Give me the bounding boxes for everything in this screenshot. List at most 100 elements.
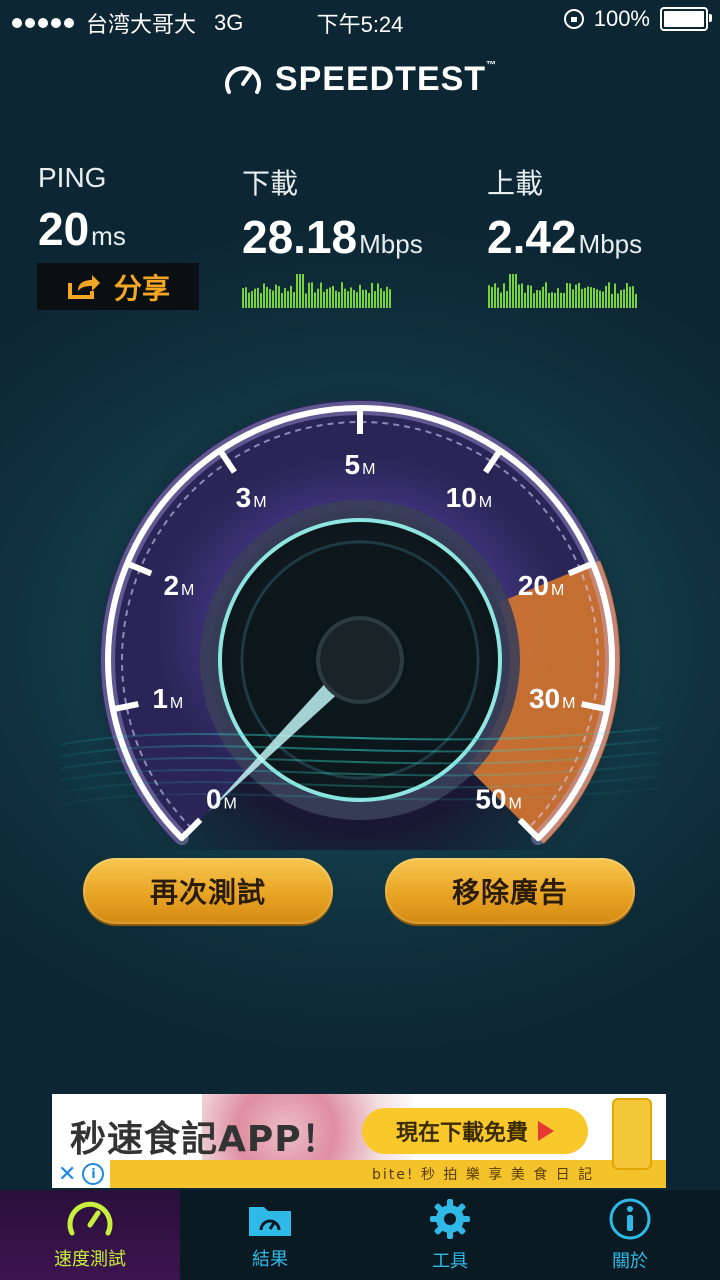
sparkline-bar <box>332 285 334 308</box>
sparkline-bar <box>578 282 580 308</box>
tab-tools[interactable]: 工具 <box>360 1190 540 1280</box>
sparkline-bar <box>326 288 328 308</box>
sparkline-bar <box>314 292 316 308</box>
sparkline-bar <box>620 289 622 308</box>
sparkline-bar <box>536 290 538 308</box>
ad-info-icon[interactable]: i <box>82 1163 105 1185</box>
sparkline-bar <box>494 283 496 308</box>
sparkline-bar <box>491 287 493 308</box>
sparkline-bar <box>338 291 340 308</box>
sparkline-bar <box>584 287 586 308</box>
sparkline-bar <box>611 293 613 308</box>
sparkline-bar <box>548 292 550 308</box>
sparkline-bar <box>521 283 523 308</box>
sparkline-bar <box>323 291 325 308</box>
share-button[interactable]: 分享 <box>37 263 199 310</box>
sparkline-bar <box>365 289 367 308</box>
sparkline-bar <box>281 293 283 308</box>
sparkline-bar <box>287 291 289 308</box>
sparkline-bar <box>503 283 505 308</box>
sparkline-bar <box>368 293 370 308</box>
sparkline-bar <box>383 291 385 308</box>
upload-metric: 上載 2.42Mbps <box>487 162 642 264</box>
sparkline-bar <box>617 293 619 308</box>
retest-button[interactable]: 再次測試 <box>83 858 333 924</box>
sparkline-bar <box>341 282 343 308</box>
sparkline-bar <box>632 286 634 308</box>
sparkline-bar <box>251 291 253 308</box>
download-value: 28.18 <box>242 211 358 263</box>
ping-unit: ms <box>91 221 126 251</box>
tab-speed-test[interactable]: 速度測試 <box>0 1190 180 1280</box>
sparkline-bar <box>602 291 604 308</box>
rotation-lock-icon <box>563 9 584 29</box>
sparkline-bar <box>269 289 271 308</box>
sparkline-bar <box>248 292 250 308</box>
sparkline-bar <box>581 289 583 308</box>
sparkline-bar <box>527 285 529 308</box>
sparkline-bar <box>350 287 352 308</box>
ad-close-icon[interactable]: ✕ <box>58 1162 76 1187</box>
ad-banner[interactable]: 秒速食記APP！ 現在下載免費 bite! 秒 拍 樂 享 美 食 日 記 ✕ … <box>52 1094 666 1188</box>
remove-ads-button[interactable]: 移除廣告 <box>385 858 635 924</box>
ad-download-button[interactable]: 現在下載免費 <box>362 1108 588 1154</box>
sparkline-bar <box>593 287 595 308</box>
bottom-tab-bar: 速度測試 結果 工具 關於 <box>0 1190 720 1280</box>
clock: 下午5:24 <box>316 12 404 37</box>
download-metric: 下載 28.18Mbps <box>242 162 423 264</box>
sparkline-bar <box>590 287 592 308</box>
tab-label: 工具 <box>432 1251 468 1272</box>
phone-illustration-icon <box>612 1098 652 1170</box>
sparkline-bar <box>272 290 274 308</box>
sparkline-bar <box>542 286 544 308</box>
sparkline-bar <box>356 292 358 308</box>
ping-metric: PING 20ms <box>38 162 126 256</box>
sparkline-bar <box>554 292 556 308</box>
sparkline-bar <box>635 293 637 308</box>
upload-sparkline <box>488 274 637 308</box>
status-bar: 台湾大哥大 3G 下午5:24 100% <box>0 0 720 40</box>
sparkline-bar <box>497 287 499 308</box>
sparkline-bar <box>524 292 526 308</box>
gear-icon <box>430 1199 470 1239</box>
play-arrow-icon <box>538 1121 554 1141</box>
tab-about[interactable]: 關於 <box>540 1190 720 1280</box>
sparkline-bar <box>539 290 541 308</box>
ping-label: PING <box>38 162 107 193</box>
sparkline-bar <box>311 282 313 308</box>
sparkline-bar <box>317 288 319 308</box>
sparkline-bar <box>329 287 331 308</box>
ping-value: 20 <box>38 203 90 255</box>
sparkline-bar <box>296 274 298 308</box>
sparkline-bar <box>530 285 532 308</box>
sparkline-bar <box>533 293 535 308</box>
upload-unit: Mbps <box>578 229 643 259</box>
app-title: SPEEDTEST™ <box>274 60 498 98</box>
sparkline-bar <box>308 282 310 308</box>
gauge-needle-cap <box>316 616 404 704</box>
sparkline-bar <box>389 289 391 308</box>
sparkline-bar <box>623 289 625 308</box>
upload-value: 2.42 <box>487 211 577 263</box>
sparkline-bar <box>275 284 277 308</box>
sparkline-bar <box>374 291 376 308</box>
sparkline-bar <box>599 290 601 308</box>
sparkline-bar <box>518 284 520 308</box>
sparkline-bar <box>302 274 304 308</box>
sparkline-bar <box>320 282 322 308</box>
sparkline-bar <box>254 288 256 308</box>
ad-footer-text: bite! 秒 拍 樂 享 美 食 日 記 <box>372 1167 595 1183</box>
download-sparkline <box>242 274 391 308</box>
tab-results[interactable]: 結果 <box>180 1190 360 1280</box>
sparkline-bar <box>278 286 280 308</box>
sparkline-bar <box>362 289 364 308</box>
sparkline-bar <box>245 287 247 308</box>
sparkline-bar <box>551 292 553 308</box>
sparkline-bar <box>377 283 379 308</box>
sparkline-bar <box>488 285 490 308</box>
sparkline-bar <box>263 283 265 308</box>
share-icon <box>67 274 100 299</box>
sparkline-bar <box>344 288 346 308</box>
tab-label: 速度測試 <box>54 1249 126 1270</box>
sparkline-bar <box>509 274 511 308</box>
